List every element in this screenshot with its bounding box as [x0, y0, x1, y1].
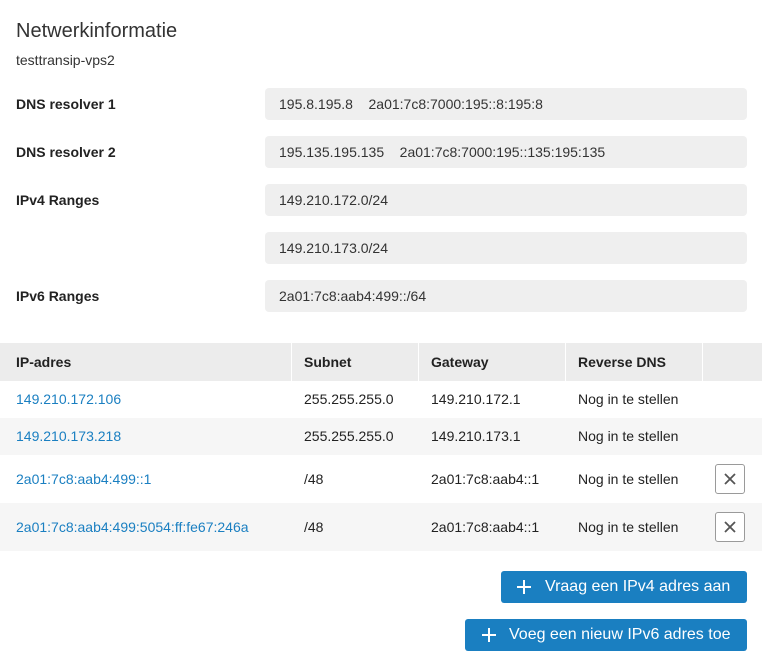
- reverse-dns-cell: Nog in te stellen: [578, 428, 679, 444]
- gateway-cell: 2a01:7c8:aab4::1: [431, 471, 540, 487]
- gateway-cell: 2a01:7c8:aab4::1: [431, 519, 540, 535]
- subnet-cell: 255.255.255.0: [304, 391, 394, 407]
- table-header: IP-adres Subnet Gateway Reverse DNS: [0, 343, 762, 381]
- table-row: 149.210.173.218 255.255.255.0 149.210.17…: [0, 418, 762, 455]
- ipv4-range-value: 149.210.173.0/24: [265, 232, 747, 264]
- plus-icon: [517, 580, 531, 594]
- dns-resolver-2-label: DNS resolver 2: [16, 144, 116, 160]
- ipv6-range-value: 2a01:7c8:aab4:499::/64: [265, 280, 747, 312]
- ipv4-ranges-label: IPv4 Ranges: [16, 192, 100, 208]
- table-row: 2a01:7c8:aab4:499::1 /48 2a01:7c8:aab4::…: [0, 455, 762, 503]
- reverse-dns-cell: Nog in te stellen: [578, 391, 679, 407]
- ip-address-link[interactable]: 2a01:7c8:aab4:499:5054:ff:fe67:246a: [16, 503, 249, 551]
- request-ipv4-button[interactable]: Vraag een IPv4 adres aan: [501, 571, 747, 603]
- dns-resolver-1-label: DNS resolver 1: [16, 96, 116, 112]
- page-title: Netwerkinformatie: [16, 20, 178, 42]
- ipv6-ranges-label: IPv6 Ranges: [16, 288, 100, 304]
- subnet-cell: 255.255.255.0: [304, 428, 394, 444]
- subnet-cell: /48: [304, 471, 324, 487]
- ip-address-table: IP-adres Subnet Gateway Reverse DNS 149.…: [0, 343, 762, 551]
- vps-name: testtransip-vps2: [16, 52, 115, 68]
- request-ipv4-label: Vraag een IPv4 adres aan: [545, 578, 731, 595]
- close-icon: [724, 473, 736, 485]
- column-header-gateway: Gateway: [431, 354, 489, 370]
- delete-ip-button[interactable]: [715, 512, 745, 542]
- subnet-cell: /48: [304, 519, 324, 535]
- ip-address-link[interactable]: 149.210.173.218: [16, 418, 121, 455]
- reverse-dns-cell: Nog in te stellen: [578, 471, 679, 487]
- close-icon: [724, 521, 736, 533]
- column-separator: [565, 343, 566, 381]
- column-separator: [418, 343, 419, 381]
- ip-address-link[interactable]: 149.210.172.106: [16, 381, 121, 418]
- plus-icon: [482, 628, 496, 642]
- dns-resolver-2-value: 195.135.195.135 2a01:7c8:7000:195::135:1…: [265, 136, 747, 168]
- table-row: 2a01:7c8:aab4:499:5054:ff:fe67:246a /48 …: [0, 503, 762, 551]
- add-ipv6-button[interactable]: Voeg een nieuw IPv6 adres toe: [465, 619, 747, 651]
- column-header-ip: IP-adres: [16, 354, 72, 370]
- column-header-subnet: Subnet: [304, 354, 352, 370]
- ip-address-link[interactable]: 2a01:7c8:aab4:499::1: [16, 455, 151, 503]
- ipv4-range-value: 149.210.172.0/24: [265, 184, 747, 216]
- dns-resolver-1-value: 195.8.195.8 2a01:7c8:7000:195::8:195:8: [265, 88, 747, 120]
- table-row: 149.210.172.106 255.255.255.0 149.210.17…: [0, 381, 762, 418]
- gateway-cell: 149.210.173.1: [431, 428, 521, 444]
- column-header-reverse-dns: Reverse DNS: [578, 354, 666, 370]
- add-ipv6-label: Voeg een nieuw IPv6 adres toe: [509, 626, 731, 643]
- reverse-dns-cell: Nog in te stellen: [578, 519, 679, 535]
- column-separator: [291, 343, 292, 381]
- column-separator: [702, 343, 703, 381]
- gateway-cell: 149.210.172.1: [431, 391, 521, 407]
- delete-ip-button[interactable]: [715, 464, 745, 494]
